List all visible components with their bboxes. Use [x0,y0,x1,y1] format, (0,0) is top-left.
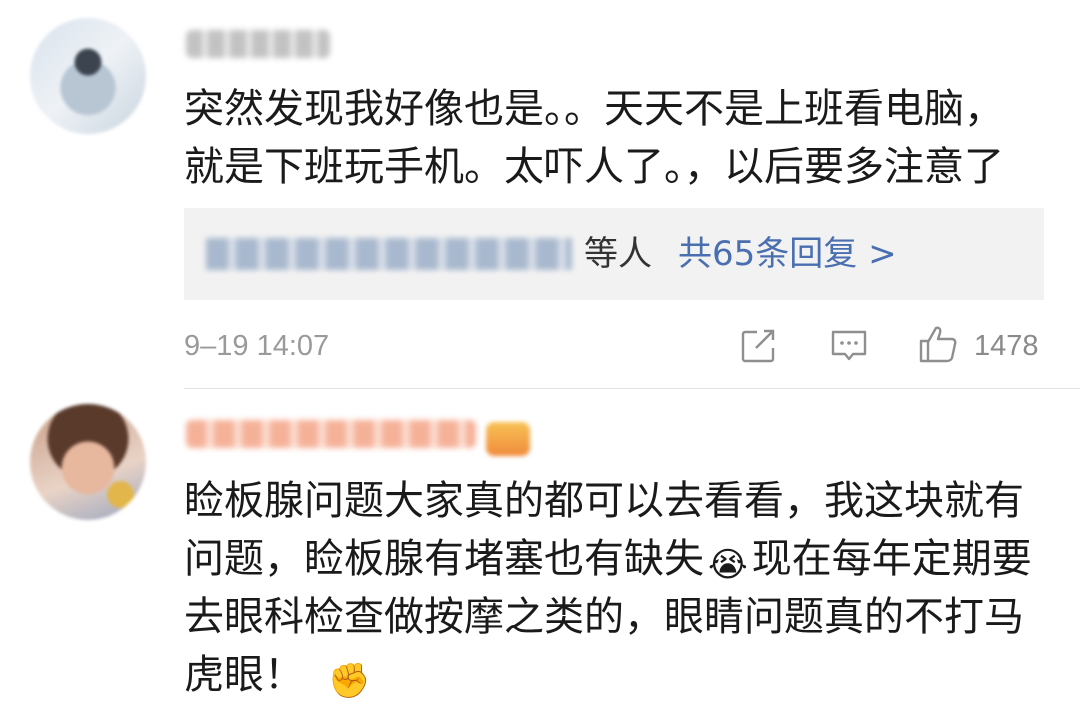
avatar[interactable] [30,18,146,134]
reply-preview[interactable]: 等人 共65条回复 > [184,208,1044,300]
view-replies-link[interactable]: 共65条回复 > [678,230,897,278]
comment-divider [184,388,1080,389]
comment-text-line: 虎眼！ ✊ [184,646,1054,704]
comment-text-line: 问题，睑板腺有堵塞也有缺失 😭 现在每年定期要 [184,530,1054,588]
comment-text-line: 睑板腺问题大家真的都可以去看看，我这块就有 [184,478,1024,524]
comment-meta: 9–19 14:07 1478 [184,320,1044,372]
comment-item: 突然发现我好像也是。。天天不是上班看电脑， 就是下班玩手机。太吓人了。，以后要多… [0,0,1080,390]
comment-text-segment: 虎眼！ [184,652,304,698]
comment-text-line: 就是下班玩手机。太吓人了。，以后要多注意了 [184,144,1004,190]
comment-text-segment: 问题，睑板腺有堵塞也有缺失 [184,536,704,582]
raised-fist-icon: ✊ [328,661,371,701]
reply-usernames-blurred [206,238,572,270]
like-count: 1478 [974,330,1039,362]
comment-text-line: 突然发现我好像也是。。天天不是上班看电脑， [184,86,1004,132]
share-icon[interactable] [740,328,778,364]
reply-suffix: 等人 [584,234,652,274]
thumbs-up-icon[interactable] [918,324,958,364]
username-blurred[interactable] [186,30,330,58]
comment-icon[interactable] [830,328,868,364]
comment-text: 睑板腺问题大家真的都可以去看看，我这块就有 问题，睑板腺有堵塞也有缺失 😭 现在每年… [184,472,1054,704]
avatar[interactable] [30,404,146,520]
comment-text: 突然发现我好像也是。。天天不是上班看电脑， 就是下班玩手机。太吓人了。，以后要多… [184,80,1054,196]
crying-face-icon: 😭 [708,545,748,585]
username-blurred[interactable] [186,420,476,448]
vip-badge-icon [486,422,530,456]
comment-text-segment: 现在每年定期要 [751,536,1032,582]
comment-text-line: 去眼科检查做按摩之类的，眼睛问题真的不打马 [184,594,1024,640]
timestamp: 9–19 14:07 [184,330,330,362]
